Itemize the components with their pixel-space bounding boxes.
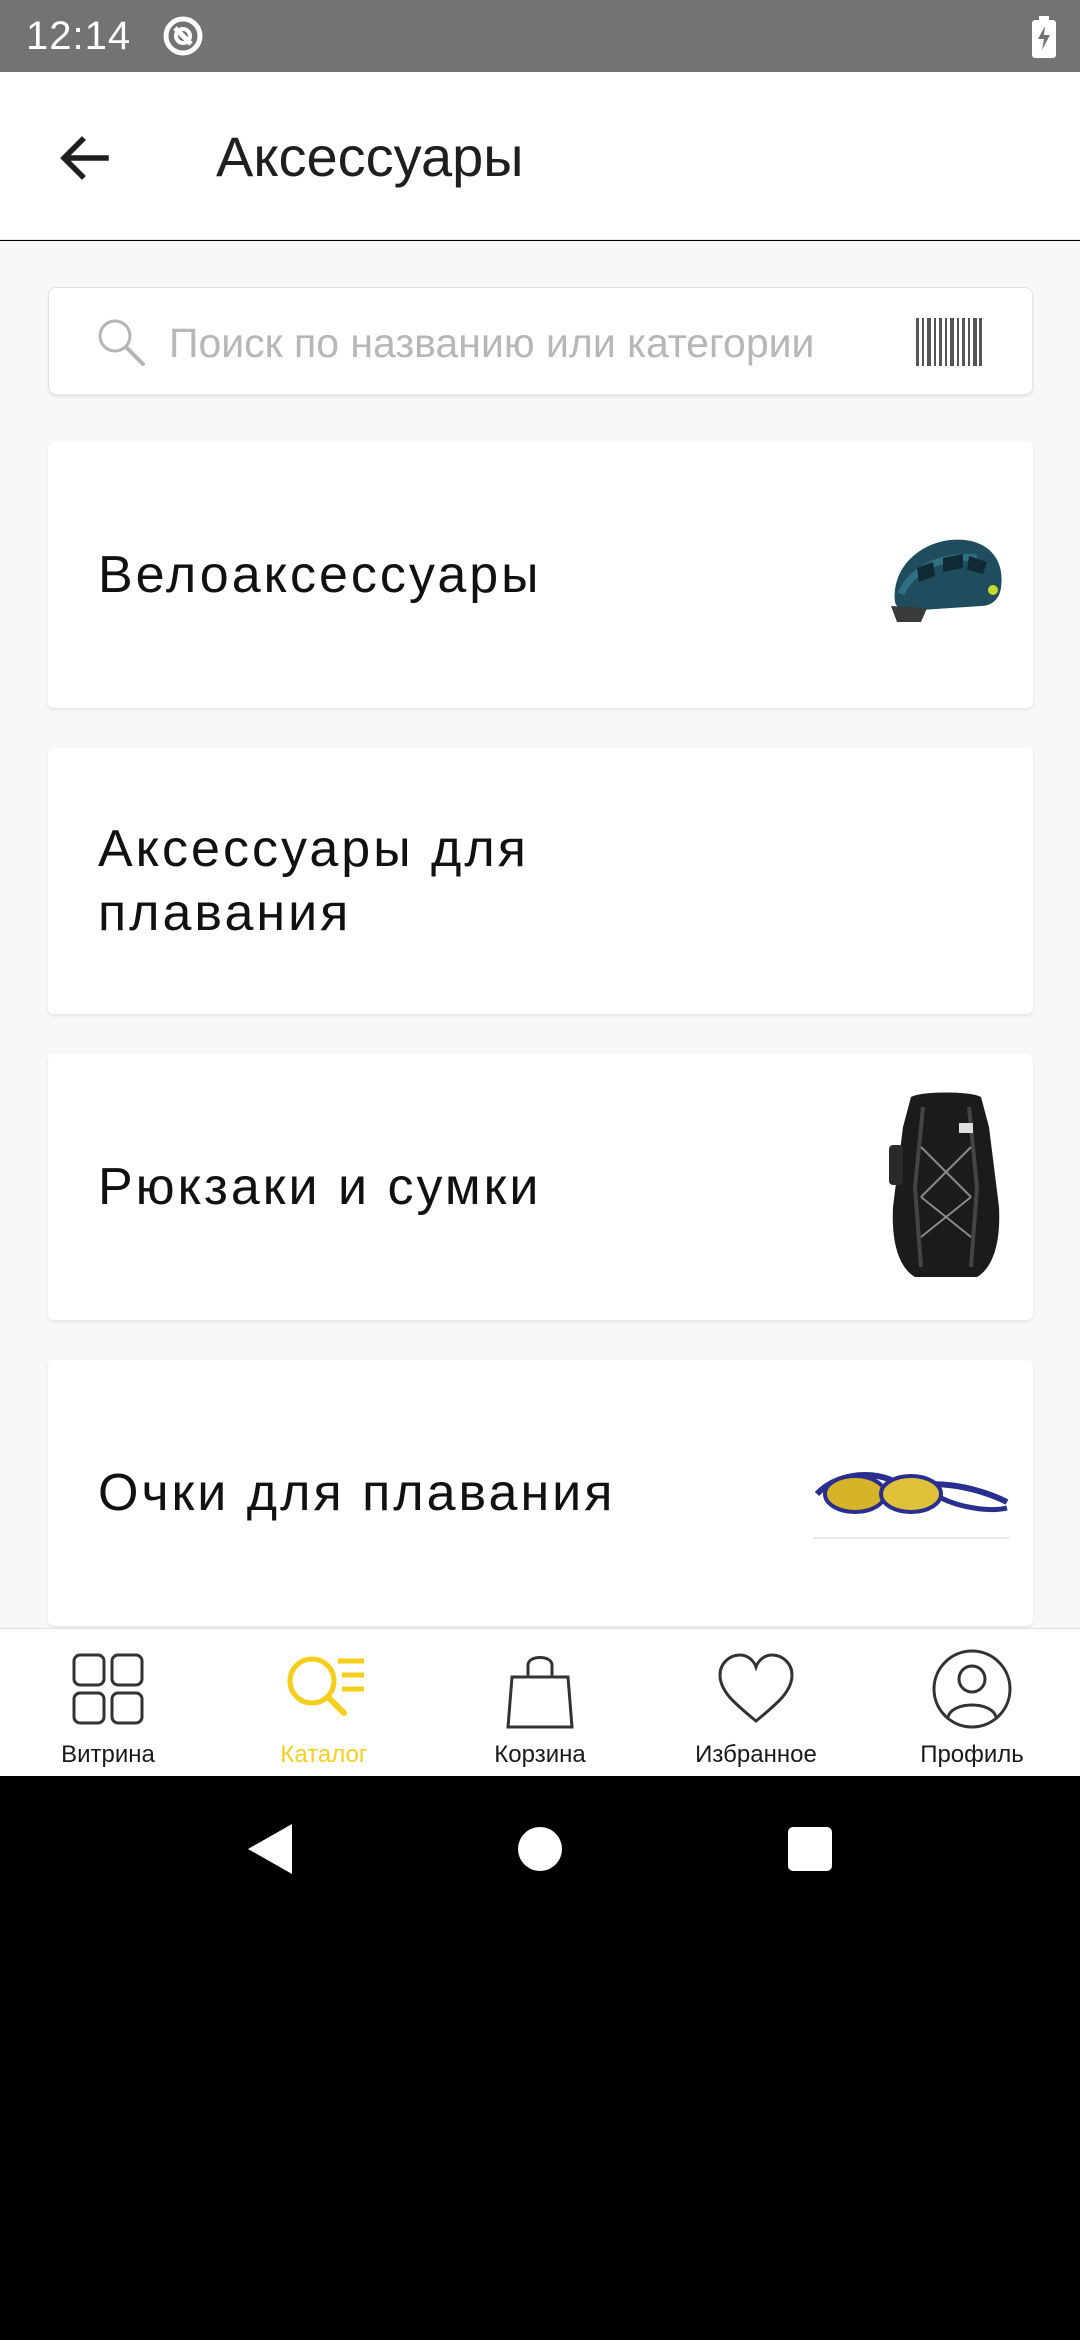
shopping-bag-icon <box>506 1656 574 1729</box>
nav-label: Каталог <box>280 1741 368 1768</box>
nav-label: Витрина <box>61 1741 155 1768</box>
battery-charging-icon <box>1032 16 1056 58</box>
swim-goggles-image <box>813 1472 1009 1539</box>
heart-icon <box>718 1653 794 1723</box>
nav-label: Корзина <box>494 1741 586 1768</box>
search-placeholder: Поиск по названию или категории <box>169 320 815 366</box>
category-label: Очки для плавания <box>98 1464 616 1522</box>
back-button[interactable] <box>48 122 120 194</box>
arrow-left-icon <box>60 136 109 180</box>
category-label: Аксессуары для плавания <box>98 820 529 942</box>
category-card[interactable]: Аксессуары для плавания <box>48 748 1033 1014</box>
status-time: 12:14 <box>26 13 132 58</box>
barcode-icon[interactable] <box>916 318 982 366</box>
search-icon <box>98 319 145 366</box>
nav-favorites[interactable]: Избранное <box>648 1629 864 1776</box>
app-bar: Аксессуары <box>0 72 1080 240</box>
bottom-navigation: Витрина Каталог Корзина Избранное Профил… <box>0 1628 1080 1776</box>
nav-label: Профиль <box>920 1741 1024 1768</box>
category-label: Велоаксессуары <box>98 546 542 604</box>
search-input[interactable]: Поиск по названию или категории <box>48 287 1033 395</box>
category-card[interactable]: Очки для плавания <box>48 1360 1033 1626</box>
backpack-image <box>889 1092 1000 1277</box>
profile-icon <box>932 1649 1012 1729</box>
nav-showcase[interactable]: Витрина <box>0 1629 216 1776</box>
bike-helmet-image <box>891 539 1002 622</box>
nav-profile[interactable]: Профиль <box>864 1629 1080 1776</box>
system-navigation-bar <box>0 1776 1080 1920</box>
category-card[interactable]: Рюкзаки и сумки <box>48 1054 1033 1320</box>
nav-catalog[interactable]: Каталог <box>216 1629 432 1776</box>
catalog-search-icon <box>287 1656 364 1716</box>
nav-cart[interactable]: Корзина <box>432 1629 648 1776</box>
sync-icon <box>163 16 203 56</box>
system-back-button[interactable] <box>234 1814 304 1884</box>
category-label: Рюкзаки и сумки <box>98 1158 542 1216</box>
system-recents-button[interactable] <box>775 1814 845 1884</box>
nav-label: Избранное <box>695 1741 817 1768</box>
page-title: Аксессуары <box>216 125 524 188</box>
recents-square-icon <box>788 1827 832 1871</box>
category-list[interactable]: Поиск по названию или категории Велоаксе… <box>0 241 1080 1628</box>
system-home-button[interactable] <box>505 1814 575 1884</box>
back-triangle-icon <box>248 1824 292 1874</box>
grid-icon <box>72 1653 144 1725</box>
category-card[interactable]: Велоаксессуары <box>48 442 1033 708</box>
home-circle-icon <box>518 1827 562 1871</box>
status-bar: 12:14 <box>0 0 1080 72</box>
